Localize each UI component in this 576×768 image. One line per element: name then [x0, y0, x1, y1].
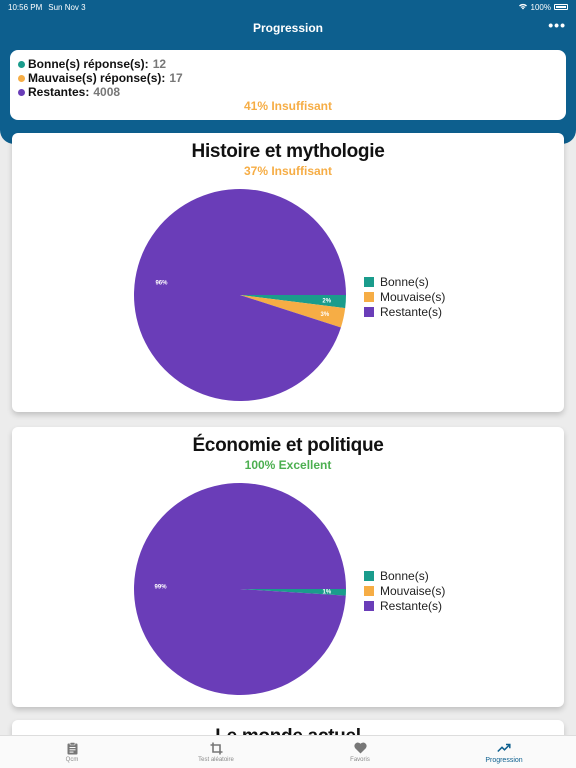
tab-label: Test aléatoire: [198, 757, 234, 763]
battery-percent: 100%: [530, 2, 551, 12]
summary-panel: Bonne(s) réponse(s): 12 Mauvaise(s) répo…: [10, 50, 566, 120]
pie-label-remaining: 96%: [155, 281, 168, 287]
legend-item-good: Bonne(s): [364, 274, 445, 289]
summary-score: 41% Insuffisant: [243, 99, 333, 113]
tab-label: Qcm: [65, 757, 79, 763]
legend-item-good: Bonne(s): [364, 568, 445, 583]
summary-remaining-label: Restantes:: [28, 85, 90, 99]
tab-test-aleatoire[interactable]: Test aléatoire: [144, 736, 288, 768]
page-title: Progression: [252, 21, 324, 35]
tab-label: Progression: [485, 756, 523, 764]
summary-remaining-row: Restantes: 4008: [18, 85, 558, 99]
bad-dot-icon: [18, 74, 25, 82]
tab-progression[interactable]: Progression: [432, 736, 576, 768]
summary-bad-value: 17: [169, 71, 183, 85]
status-date: Sun Nov 3: [48, 2, 86, 12]
tab-favoris[interactable]: Favoris: [288, 736, 432, 768]
pie-slice-remaining: [134, 188, 346, 401]
heart-icon: [353, 741, 367, 755]
pie-label-remaining: 99%: [155, 585, 168, 591]
legend-item-bad: Mouvaise(s): [364, 289, 445, 304]
remaining-dot-icon: [18, 88, 25, 96]
trending-up-icon: [497, 741, 511, 755]
summary-bad-label: Mauvaise(s) réponse(s):: [28, 71, 166, 85]
summary-good-label: Bonne(s) réponse(s):: [28, 57, 149, 71]
legend-item-remaining: Restante(s): [364, 598, 445, 613]
good-dot-icon: [18, 60, 25, 68]
battery-icon: [554, 4, 568, 10]
crop-icon: [210, 741, 223, 755]
status-bar: 10:56 PM Sun Nov 3 100%: [0, 0, 576, 14]
chart-legend: Bonne(s) Mouvaise(s) Restante(s): [364, 568, 445, 613]
pie-chart-economie: 1%99%: [134, 482, 346, 695]
wifi-icon: [518, 2, 528, 12]
summary-bad-row: Mauvaise(s) réponse(s): 17: [18, 71, 558, 85]
more-options-button[interactable]: •••: [548, 17, 566, 33]
chart-legend: Bonne(s) Mouvaise(s) Restante(s): [364, 274, 445, 319]
tab-label: Favoris: [350, 757, 370, 763]
pie-chart-histoire: 2% 3% 96%: [134, 188, 346, 401]
summary-good-row: Bonne(s) réponse(s): 12: [18, 57, 558, 71]
tab-bar: Qcm Test aléatoire Favoris Progression: [0, 735, 576, 768]
tab-qcm[interactable]: Qcm: [0, 736, 144, 768]
status-time: 10:56 PM: [8, 2, 43, 12]
category-card-histoire[interactable]: Histoire et mythologie 37% Insuffisant 2…: [12, 133, 564, 412]
summary-good-value: 12: [152, 57, 167, 71]
clipboard-icon: [67, 741, 78, 755]
legend-item-bad: Mouvaise(s): [364, 583, 445, 598]
category-card-economie[interactable]: Économie et politique 100% Excellent 1% 9…: [12, 427, 564, 707]
summary-remaining-value: 4008: [93, 85, 121, 99]
legend-item-remaining: Restante(s): [364, 304, 445, 319]
pie-label-bad: 3%: [321, 312, 330, 318]
pie-label-good: 2%: [322, 298, 331, 304]
